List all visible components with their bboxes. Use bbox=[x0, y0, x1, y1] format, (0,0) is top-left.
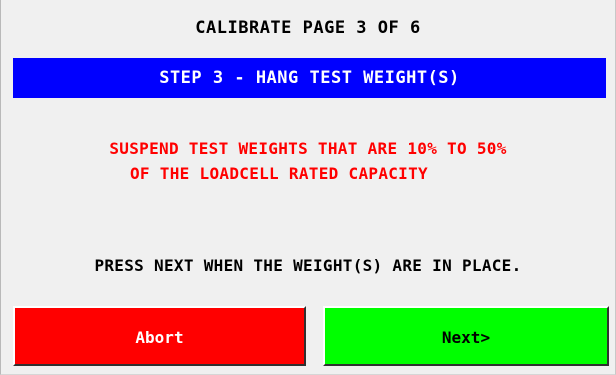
next-button[interactable]: Next> bbox=[323, 306, 609, 366]
page-title: CALIBRATE PAGE 3 OF 6 bbox=[195, 18, 421, 38]
step-banner: STEP 3 - HANG TEST WEIGHT(S) bbox=[13, 58, 606, 98]
instruction-line-1: SUSPEND TEST WEIGHTS THAT ARE 10% TO 50% bbox=[109, 139, 507, 158]
calibration-screen: CALIBRATE PAGE 3 OF 6 STEP 3 - HANG TEST… bbox=[0, 0, 616, 375]
next-prompt-text: PRESS NEXT WHEN THE WEIGHT(S) ARE IN PLA… bbox=[94, 256, 522, 275]
instruction-text: SUSPEND TEST WEIGHTS THAT ARE 10% TO 50%… bbox=[1, 136, 615, 186]
abort-button[interactable]: Abort bbox=[13, 306, 306, 366]
instruction-line-2: OF THE LOADCELL RATED CAPACITY bbox=[130, 164, 428, 183]
